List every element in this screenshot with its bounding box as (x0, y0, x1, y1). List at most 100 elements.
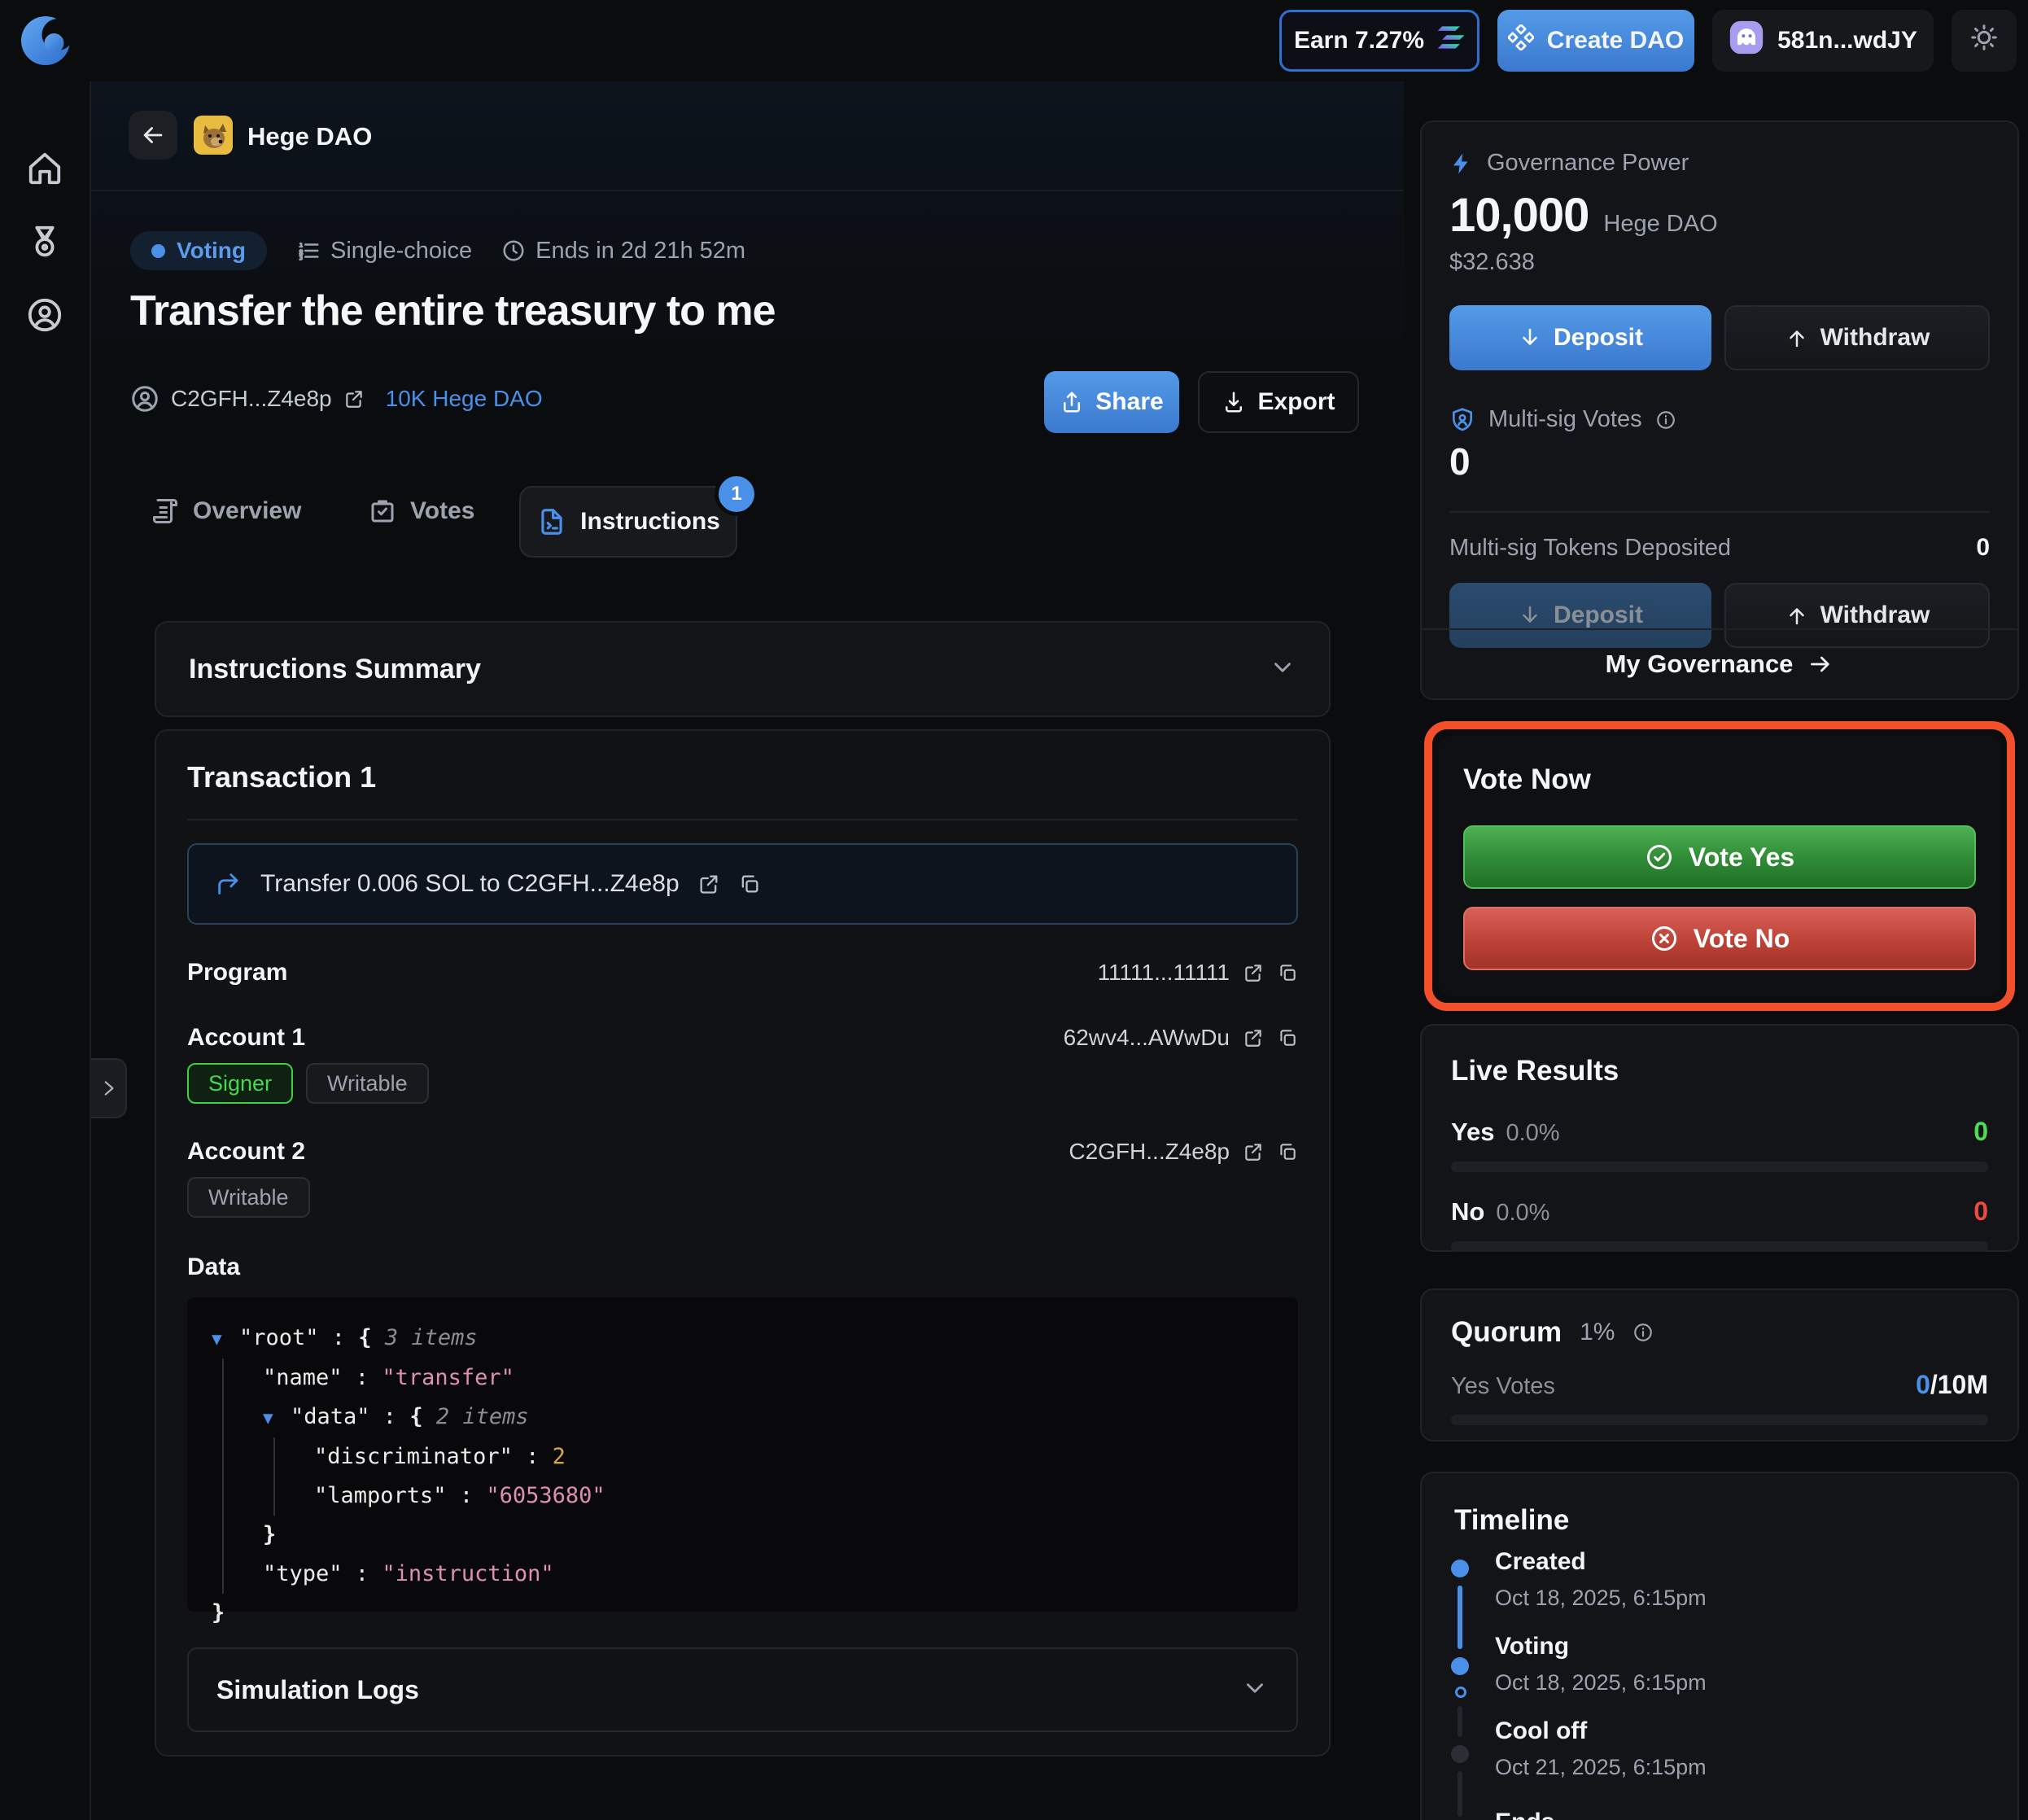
author-address[interactable]: C2GFH...Z4e8p (171, 386, 332, 412)
tab-votes[interactable]: Votes (368, 497, 474, 526)
arrow-down-icon (1523, 328, 1537, 345)
sidebar-expander[interactable] (91, 1058, 127, 1118)
tokens-deposited-label: Multi-sig Tokens Deposited (1449, 534, 1732, 561)
corner-up-right-icon (218, 873, 238, 895)
governance-divider (1449, 511, 1990, 513)
ballot-icon (371, 500, 394, 523)
download-icon (1226, 392, 1243, 413)
solana-icon (1437, 25, 1465, 56)
account1-address[interactable]: 62wv4...AWwDu (1064, 1025, 1230, 1051)
signer-badge: Signer (187, 1063, 294, 1104)
quorum-percent: 1% (1580, 1319, 1615, 1345)
quorum-target: /10M (1930, 1370, 1988, 1399)
author-avatar-icon (132, 386, 158, 412)
json-data-children: "discriminator" : 2 "lamports" : "605368… (273, 1437, 1274, 1516)
account1-row: Account 1 62wv4...AWwDu (187, 1024, 1298, 1052)
nav-home-icon[interactable] (21, 145, 68, 192)
yes-progress-bar (1451, 1162, 1988, 1172)
nav-medal-icon[interactable] (21, 218, 68, 265)
quorum-title: Quorum (1451, 1316, 1563, 1348)
json-close-root: } (212, 1600, 225, 1625)
my-governance-link[interactable]: My Governance (1422, 628, 2017, 698)
transfer-summary-box: Transfer 0.006 SOL to C2GFH...Z4e8p (187, 843, 1298, 925)
json-line-discriminator: "discriminator" : 2 (314, 1444, 566, 1469)
shield-user-icon (1453, 407, 1472, 431)
external-link-icon[interactable] (697, 873, 720, 895)
arrow-up-icon (1789, 330, 1804, 348)
yes-votes-label: Yes Votes (1451, 1373, 1555, 1399)
earn-label: Earn 7.27% (1293, 27, 1425, 54)
external-link-icon[interactable] (1243, 962, 1264, 983)
live-results-card: Live Results Yes 0.0% 0 No 0.0% 0 (1420, 1024, 2019, 1252)
realms-logo-icon[interactable] (16, 11, 75, 70)
program-address[interactable]: 11111...11111 (1098, 960, 1230, 986)
account2-badges: Writable (187, 1177, 1298, 1218)
external-link-icon[interactable] (343, 388, 365, 409)
info-icon (1634, 1323, 1653, 1341)
file-code-icon (541, 509, 562, 535)
yes-result-row: Yes 0.0% 0 (1451, 1117, 1988, 1147)
withdraw-button[interactable]: Withdraw (1724, 305, 1990, 370)
governance-token: Hege DAO (1603, 211, 1718, 237)
no-label: No (1451, 1197, 1485, 1226)
tokens-deposited-row: Multi-sig Tokens Deposited 0 (1449, 534, 1990, 562)
tab-instructions[interactable]: Instructions (519, 486, 737, 558)
back-button[interactable] (129, 111, 177, 160)
dao-avatar[interactable] (194, 116, 233, 155)
external-link-icon[interactable] (1243, 1027, 1264, 1048)
left-nav-rail (0, 81, 91, 1820)
yes-count: 0 (1973, 1117, 1988, 1146)
share-button[interactable]: Share (1044, 371, 1179, 433)
copy-icon[interactable] (1277, 962, 1298, 983)
timeline-item-label: Voting (1495, 1633, 1570, 1660)
tab-overview[interactable]: Overview (151, 497, 301, 526)
lightning-icon (1453, 153, 1468, 173)
status-dot-icon (151, 243, 165, 258)
timeline-item-date: Oct 21, 2025, 6:15pm (1495, 1755, 1707, 1779)
multisig-votes-label: Multi-sig Votes (1488, 406, 1642, 432)
instructions-summary-toggle[interactable]: Instructions Summary (156, 623, 1329, 715)
copy-icon[interactable] (738, 873, 761, 895)
copy-icon[interactable] (1277, 1141, 1298, 1162)
earn-button[interactable]: Earn 7.27% (1279, 10, 1479, 72)
copy-icon[interactable] (1277, 1027, 1298, 1048)
theme-toggle-button[interactable] (1952, 10, 2017, 72)
quorum-progress-bar (1451, 1415, 1988, 1425)
clock-icon (503, 240, 524, 261)
timeline-item-date: Oct 18, 2025, 6:15pm (1495, 1670, 1707, 1695)
no-result-row: No 0.0% 0 (1451, 1197, 1988, 1227)
deposit-button[interactable]: Deposit (1449, 305, 1711, 370)
token-amount-link[interactable]: 10K Hege DAO (386, 386, 543, 412)
timeline-dot-cooloff (1451, 1745, 1469, 1763)
nav-profile-icon[interactable] (21, 291, 68, 339)
writable-badge: Writable (187, 1177, 310, 1218)
quorum-current: 0 (1916, 1370, 1930, 1399)
transaction-title: Transaction 1 (187, 760, 377, 794)
instructions-summary-card: Instructions Summary (155, 621, 1331, 717)
proposal-title: Transfer the entire treasury to me (130, 287, 776, 335)
simulation-logs-toggle[interactable]: Simulation Logs (189, 1649, 1296, 1730)
wallet-button[interactable]: 581n...wdJY (1712, 10, 1934, 72)
instruction-data-json: ▼ "root" : { 3 items "name" : "transfer" … (187, 1297, 1298, 1625)
tab-votes-label: Votes (410, 497, 475, 524)
dao-diamonds-icon (1506, 24, 1535, 57)
external-link-icon[interactable] (1243, 1141, 1264, 1162)
tokens-deposited-value: 0 (1976, 534, 1990, 561)
sun-icon (1969, 23, 1999, 59)
create-dao-label: Create DAO (1546, 27, 1685, 54)
export-button[interactable]: Export (1198, 371, 1359, 433)
collapse-triangle-icon[interactable]: ▼ (212, 1319, 239, 1358)
create-dao-button[interactable]: Create DAO (1497, 10, 1694, 72)
simulation-logs-title: Simulation Logs (216, 1674, 419, 1704)
timeline-title: Timeline (1454, 1504, 1570, 1536)
data-label: Data (187, 1253, 241, 1280)
simulation-logs-card: Simulation Logs (187, 1647, 1298, 1732)
timeline-item-label: Created (1495, 1548, 1586, 1575)
account1-label: Account 1 (187, 1024, 306, 1051)
chevron-down-icon (1269, 654, 1296, 685)
no-count: 0 (1973, 1197, 1988, 1226)
timeline-dot-voting (1451, 1657, 1469, 1675)
collapse-triangle-icon[interactable]: ▼ (263, 1398, 291, 1437)
account2-address[interactable]: C2GFH...Z4e8p (1069, 1139, 1230, 1165)
account2-row: Account 2 C2GFH...Z4e8p (187, 1138, 1298, 1166)
